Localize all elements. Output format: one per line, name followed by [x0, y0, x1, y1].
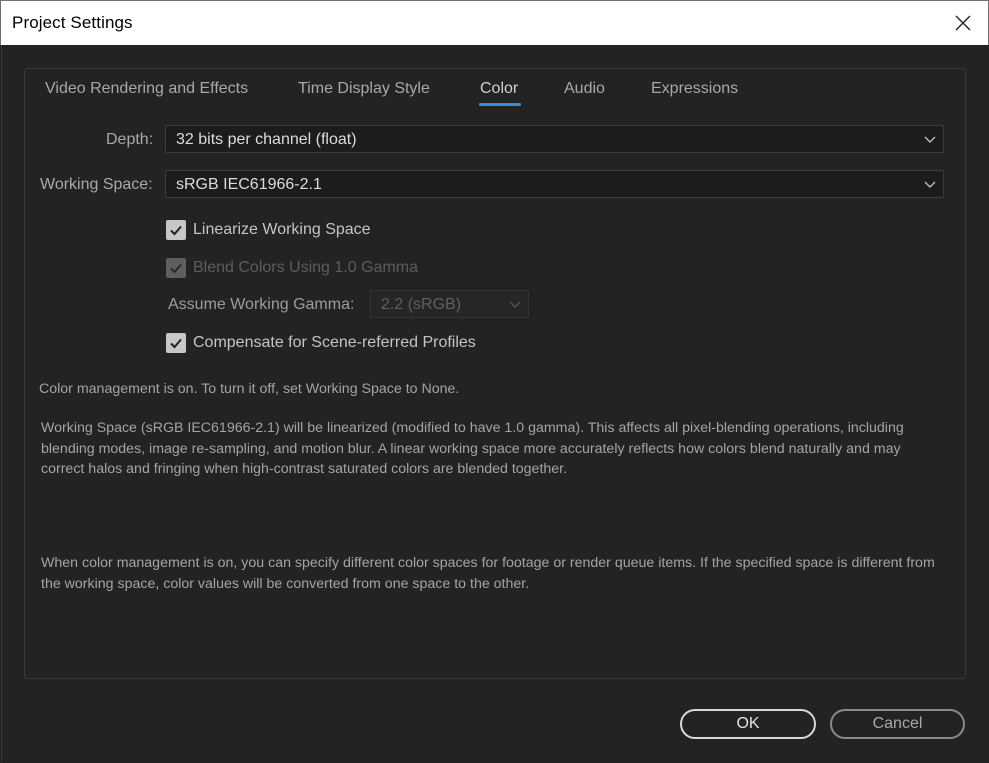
color-management-status: Color management is on. To turn it off, … [39, 381, 460, 397]
checkmark-icon [170, 338, 182, 349]
tab-time-display-style[interactable]: Time Display Style [298, 80, 430, 98]
title-bar: Project Settings [0, 0, 989, 45]
working-space-select[interactable]: sRGB IEC61966-2.1 [165, 170, 944, 198]
close-icon [955, 15, 971, 31]
working-gamma-label: Assume Working Gamma: [168, 296, 355, 313]
tab-video-rendering[interactable]: Video Rendering and Effects [45, 80, 248, 98]
depth-label: Depth: [106, 131, 154, 148]
cancel-button[interactable]: Cancel [830, 709, 965, 739]
blend-colors-label: Blend Colors Using 1.0 Gamma [193, 259, 418, 276]
linearize-working-space-label: Linearize Working Space [193, 221, 371, 238]
tab-expressions[interactable]: Expressions [651, 80, 738, 98]
blend-colors-checkbox[interactable] [166, 258, 186, 278]
working-space-value: sRGB IEC61966-2.1 [176, 176, 322, 193]
working-gamma-value: 2.2 (sRGB) [381, 296, 462, 313]
chevron-down-icon [509, 301, 521, 308]
compensate-scene-referred-label: Compensate for Scene-referred Profiles [193, 334, 476, 351]
checkmark-icon [170, 225, 182, 236]
close-button[interactable] [946, 7, 980, 39]
working-gamma-select[interactable]: 2.2 (sRGB) [370, 290, 529, 318]
linearize-description: Working Space (sRGB IEC61966-2.1) will b… [41, 420, 904, 477]
checkmark-icon [170, 263, 182, 274]
chevron-down-icon [924, 181, 936, 188]
tab-color[interactable]: Color [480, 80, 518, 98]
active-tab-indicator [479, 103, 521, 106]
linearize-working-space-checkbox[interactable] [166, 220, 186, 240]
compensate-scene-referred-checkbox[interactable] [166, 333, 186, 353]
chevron-down-icon [924, 136, 936, 143]
window-title: Project Settings [12, 13, 133, 32]
tab-audio[interactable]: Audio [564, 80, 605, 98]
depth-select[interactable]: 32 bits per channel (float) [165, 125, 944, 153]
depth-value: 32 bits per channel (float) [176, 131, 357, 148]
ok-button[interactable]: OK [680, 709, 816, 739]
working-space-label: Working Space: [40, 176, 153, 193]
conversion-description: When color management is on, you can spe… [41, 555, 935, 592]
